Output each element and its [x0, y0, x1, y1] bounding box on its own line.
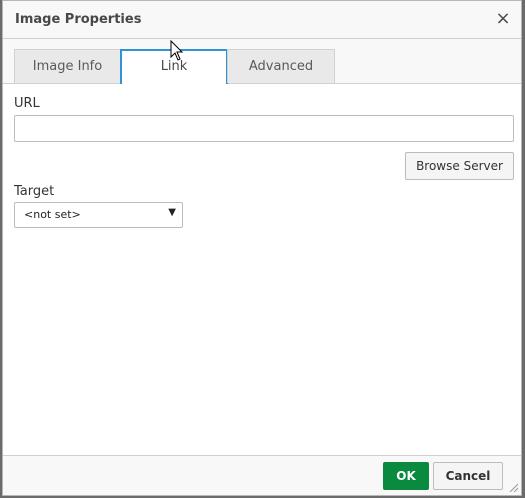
dialog-title: Image Properties — [15, 12, 142, 27]
browse-server-button[interactable]: Browse Server — [405, 152, 514, 180]
url-label: URL — [14, 96, 40, 111]
target-select[interactable]: <not set> ▼ — [14, 202, 183, 228]
mouse-cursor-icon — [170, 40, 184, 61]
target-selected-value: <not set> — [24, 208, 81, 221]
cancel-button[interactable]: Cancel — [433, 462, 503, 490]
tab-bar: Image Info Link Advanced — [3, 39, 521, 84]
close-icon[interactable]: × — [495, 10, 511, 28]
tab-advanced[interactable]: Advanced — [227, 49, 335, 83]
tab-image-info[interactable]: Image Info — [14, 49, 121, 83]
dialog-footer: OK Cancel — [3, 455, 521, 495]
resize-handle-icon[interactable] — [508, 482, 518, 492]
image-properties-dialog: Image Properties × Image Info Link Advan… — [2, 0, 522, 496]
ok-button[interactable]: OK — [383, 462, 429, 490]
target-label: Target — [14, 184, 55, 199]
url-input[interactable] — [14, 115, 514, 142]
dropdown-arrow-icon: ▼ — [168, 207, 176, 218]
dialog-titlebar[interactable]: Image Properties × — [3, 1, 521, 39]
